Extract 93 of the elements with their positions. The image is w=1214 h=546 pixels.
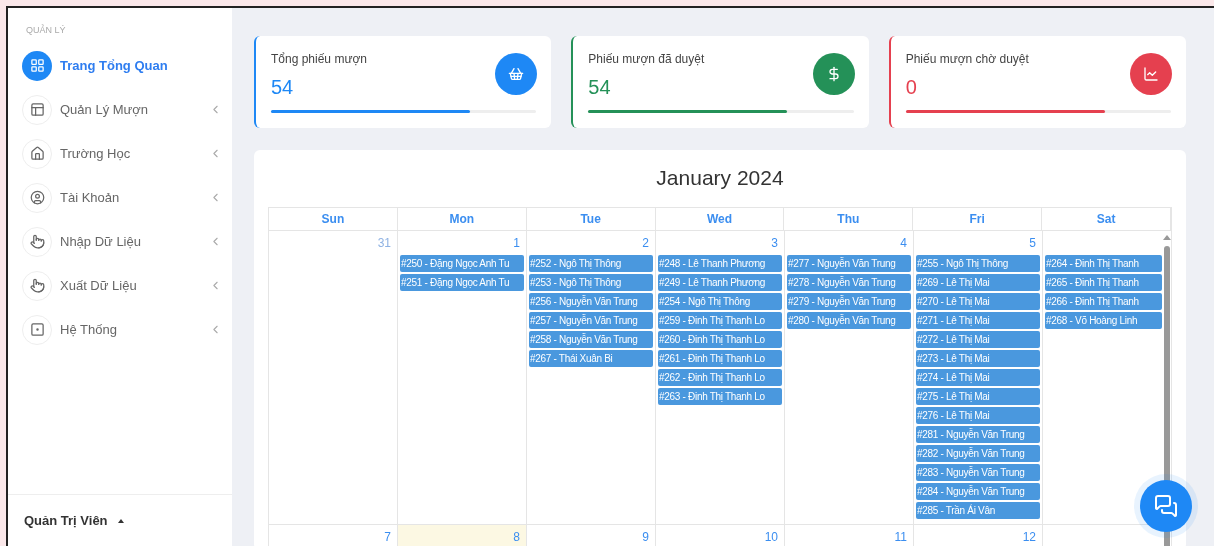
section-label: QUẢN LÝ <box>25 23 67 37</box>
calendar-event[interactable]: #250 - Đặng Ngọc Anh Tu <box>400 255 524 272</box>
calendar-event[interactable]: #275 - Lê Thị Mai <box>916 388 1040 405</box>
calendar-event[interactable]: #284 - Nguyễn Văn Trung <box>916 483 1040 500</box>
day-number: 8 <box>513 529 520 546</box>
calendar-event[interactable]: #255 - Ngô Thị Thông <box>916 255 1040 272</box>
sidebar-label: Trang Tổng Quan <box>60 56 169 75</box>
calendar-event[interactable]: #273 - Lê Thị Mai <box>916 350 1040 367</box>
stat-value: 54 <box>271 75 294 100</box>
house-icon <box>29 146 45 161</box>
calendar-event[interactable]: #251 - Đặng Ngọc Anh Tu <box>400 274 524 291</box>
day-number: 31 <box>377 235 391 252</box>
calendar-event[interactable]: #263 - Đinh Thị Thanh Lo <box>658 388 782 405</box>
sidebar-item[interactable]: Trường Học <box>8 131 232 176</box>
sidebar-label: Hệ Thống <box>60 320 118 339</box>
calendar-event[interactable]: #271 - Lê Thị Mai <box>916 312 1040 329</box>
sidebar-item[interactable]: Tài Khoản <box>8 175 232 220</box>
sidebar-item[interactable]: Quản Lý Mượn <box>8 87 232 132</box>
calendar-event[interactable]: #272 - Lê Thị Mai <box>916 331 1040 348</box>
calendar-event[interactable]: #269 - Lê Thị Mai <box>916 274 1040 291</box>
calendar-title: January 2024 <box>655 165 785 191</box>
calendar-event[interactable]: #259 - Đinh Thị Thanh Lo <box>658 312 782 329</box>
calendar-event[interactable]: #281 - Nguyễn Văn Trung <box>916 426 1040 443</box>
chat-icon <box>1154 494 1178 518</box>
calendar-event[interactable]: #266 - Đinh Thị Thanh <box>1045 293 1162 310</box>
day-number: 3 <box>771 235 778 252</box>
weekday-header: Thu <box>784 208 914 230</box>
calendar-event[interactable]: #252 - Ngô Thị Thông <box>529 255 653 272</box>
calendar-event[interactable]: #262 - Đinh Thị Thanh Lo <box>658 369 782 386</box>
square-icon <box>29 322 45 337</box>
user-icon <box>29 190 45 205</box>
day-number: 12 <box>1022 529 1036 546</box>
calendar-event[interactable]: #260 - Đinh Thị Thanh Lo <box>658 331 782 348</box>
calendar-event[interactable]: #274 - Lê Thị Mai <box>916 369 1040 386</box>
day-number: 1 <box>513 235 520 252</box>
calendar-event[interactable]: #256 - Nguyễn Văn Trung <box>529 293 653 310</box>
sidebar-label: Xuất Dữ Liệu <box>60 276 138 295</box>
calendar-event[interactable]: #278 - Nguyễn Văn Trung <box>787 274 911 291</box>
weekday-header: Sat <box>1042 208 1171 230</box>
user-name: Quản Trị Viên <box>24 511 108 530</box>
calendar-event[interactable]: #268 - Võ Hoàng Linh <box>1045 312 1162 329</box>
weekday-header: Tue <box>526 208 656 230</box>
stat-title: Tổng phiếu mượn <box>271 51 368 68</box>
day-number: 11 <box>894 529 907 546</box>
sidebar-label: Tài Khoản <box>60 188 121 207</box>
calendar-event[interactable]: #283 - Nguyễn Văn Trung <box>916 464 1040 481</box>
weekday-header: Sun <box>269 208 398 230</box>
calendar-event[interactable]: #282 - Nguyễn Văn Trung <box>916 445 1040 462</box>
weekday-header: Mon <box>397 208 527 230</box>
pointer-icon <box>29 278 45 293</box>
stat-value: 54 <box>588 75 611 100</box>
pointer-icon <box>29 234 45 249</box>
calendar-event[interactable]: #264 - Đinh Thị Thanh <box>1045 255 1162 272</box>
sidebar-label: Nhập Dữ Liệu <box>60 232 142 251</box>
scroll-up-icon[interactable] <box>1163 235 1171 240</box>
calendar-event[interactable]: #248 - Lê Thanh Phương <box>658 255 782 272</box>
sidebar-label: Trường Học <box>60 144 132 163</box>
calendar-event[interactable]: #279 - Nguyễn Văn Trung <box>787 293 911 310</box>
stat-title: Phiếu mượn đã duyệt <box>588 51 706 68</box>
calendar-event[interactable]: #270 - Lê Thị Mai <box>916 293 1040 310</box>
day-number: 10 <box>764 529 778 546</box>
calendar-event[interactable]: #280 - Nguyễn Văn Trung <box>787 312 911 329</box>
weekday-header: Fri <box>913 208 1043 230</box>
dashboard-icon <box>29 58 45 73</box>
calendar-event[interactable]: #276 - Lê Thị Mai <box>916 407 1040 424</box>
basket-icon <box>508 66 525 82</box>
calendar-event[interactable]: #258 - Nguyễn Văn Trung <box>529 331 653 348</box>
sidebar-item[interactable]: Trang Tổng Quan <box>8 43 232 88</box>
day-number: 2 <box>642 235 649 252</box>
day-number: 9 <box>642 529 649 546</box>
calendar-event[interactable]: #277 - Nguyễn Văn Trung <box>787 255 911 272</box>
day-number: 5 <box>1029 235 1036 252</box>
sidebar-item[interactable]: Hệ Thống <box>8 307 232 352</box>
calendar-event[interactable]: #254 - Ngô Thị Thông <box>658 293 782 310</box>
layout-icon <box>29 102 45 117</box>
calendar-event[interactable]: #261 - Đinh Thị Thanh Lo <box>658 350 782 367</box>
sidebar-label: Quản Lý Mượn <box>60 100 150 119</box>
calendar-event[interactable]: #267 - Thái Xuân Bi <box>529 350 653 367</box>
user-menu[interactable]: Quản Trị Viên <box>8 494 232 546</box>
day-number: 7 <box>384 529 391 546</box>
day-number: 4 <box>900 235 907 252</box>
calendar-event[interactable]: #253 - Ngô Thị Thông <box>529 274 653 291</box>
calendar-event[interactable]: #285 - Trần Ái Vân <box>916 502 1040 519</box>
stat-title: Phiếu mượn chờ duyệt <box>905 51 1030 68</box>
sidebar-item[interactable]: Nhập Dữ Liệu <box>8 219 232 264</box>
weekday-header: Wed <box>655 208 785 230</box>
caret-icon <box>117 518 124 523</box>
chart-icon <box>1143 66 1159 82</box>
calendar-event[interactable]: #249 - Lê Thanh Phương <box>658 274 782 291</box>
calendar-event[interactable]: #257 - Nguyễn Văn Trung <box>529 312 653 329</box>
sidebar-item[interactable]: Xuất Dữ Liệu <box>8 263 232 308</box>
stat-value: 0 <box>905 75 917 100</box>
calendar-event[interactable]: #265 - Đinh Thị Thanh <box>1045 274 1162 291</box>
